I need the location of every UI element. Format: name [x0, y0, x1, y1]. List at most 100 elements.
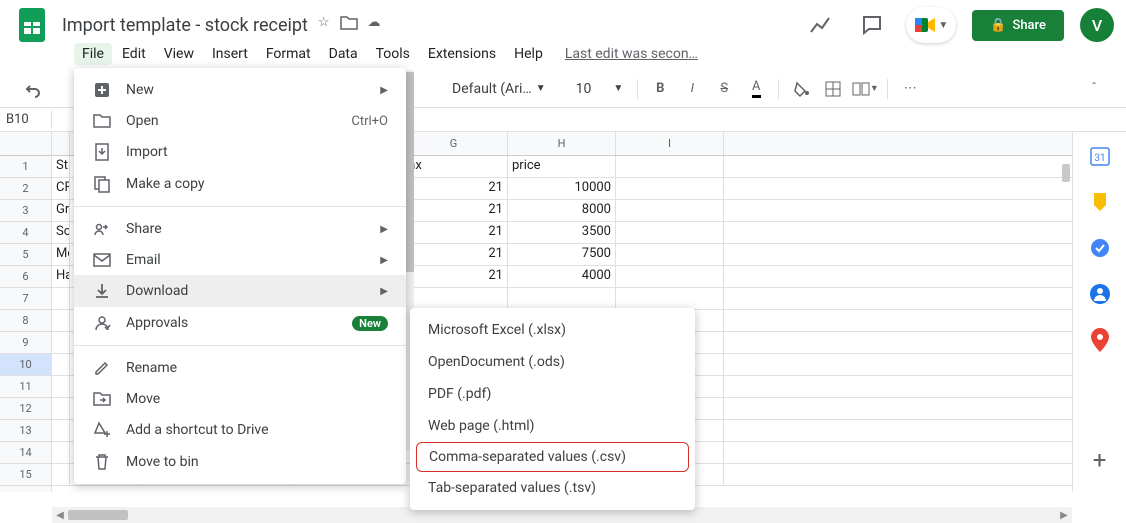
- menu-extensions[interactable]: Extensions: [420, 43, 504, 65]
- add-panel-icon[interactable]: +: [1088, 448, 1112, 472]
- col-header[interactable]: H: [508, 132, 616, 155]
- menu-item-share[interactable]: Share▶: [74, 213, 406, 245]
- menu-item-approvals[interactable]: ApprovalsNew: [74, 307, 406, 339]
- submenu-item-opendocument[interactable]: OpenDocument (.ods): [410, 346, 695, 378]
- undo-icon[interactable]: [18, 75, 46, 103]
- borders-icon[interactable]: [819, 75, 847, 103]
- cell[interactable]: 3500: [508, 222, 616, 243]
- cell[interactable]: [52, 376, 70, 397]
- row-header[interactable]: 7: [0, 288, 51, 310]
- submenu-item-tab-separated[interactable]: Tab-separated values (.tsv): [410, 472, 695, 504]
- scroll-right-icon[interactable]: ▶: [1056, 510, 1072, 521]
- name-box[interactable]: B10: [0, 110, 52, 129]
- row-header[interactable]: 13: [0, 420, 51, 442]
- col-header[interactable]: [52, 132, 70, 155]
- select-all-corner[interactable]: [0, 132, 51, 156]
- cell[interactable]: [52, 442, 70, 463]
- cell[interactable]: [400, 288, 508, 309]
- italic-icon[interactable]: I: [678, 75, 706, 103]
- menu-item-open[interactable]: OpenCtrl+O: [74, 106, 406, 136]
- cell[interactable]: [616, 200, 724, 221]
- cell[interactable]: CF: [52, 178, 70, 199]
- row-header[interactable]: 15: [0, 464, 51, 486]
- cell[interactable]: [616, 244, 724, 265]
- last-edit-link[interactable]: Last edit was secon…: [565, 46, 698, 62]
- menu-view[interactable]: View: [156, 43, 202, 65]
- cell[interactable]: 10000: [508, 178, 616, 199]
- collapse-toolbar-icon[interactable]: ˆ: [1080, 75, 1108, 103]
- cell[interactable]: St: [52, 156, 70, 177]
- cell[interactable]: [52, 398, 70, 419]
- row-header[interactable]: 9: [0, 332, 51, 354]
- menu-format[interactable]: Format: [258, 43, 319, 65]
- cell[interactable]: [616, 222, 724, 243]
- calendar-icon[interactable]: 31: [1088, 144, 1112, 168]
- scroll-left-icon[interactable]: ◀: [52, 510, 68, 521]
- menu-tools[interactable]: Tools: [368, 43, 418, 65]
- cell[interactable]: Mo: [52, 244, 70, 265]
- star-icon[interactable]: ☆: [318, 15, 330, 35]
- menu-file[interactable]: File: [74, 43, 112, 65]
- cell[interactable]: Gr: [52, 200, 70, 221]
- menu-item-email[interactable]: Email▶: [74, 245, 406, 275]
- cell[interactable]: [52, 420, 70, 441]
- row-header[interactable]: 3: [0, 200, 51, 222]
- cell[interactable]: 21: [400, 266, 508, 287]
- vertical-scroll-indicator[interactable]: [1062, 164, 1070, 182]
- submenu-item-microsoft[interactable]: Microsoft Excel (.xlsx): [410, 314, 695, 346]
- move-folder-icon[interactable]: [340, 15, 358, 35]
- cell[interactable]: 21: [400, 200, 508, 221]
- row-header[interactable]: 5: [0, 244, 51, 266]
- menu-item-import[interactable]: Import: [74, 136, 406, 168]
- row-header[interactable]: 12: [0, 398, 51, 420]
- row-header[interactable]: 8: [0, 310, 51, 332]
- fillcolor-icon[interactable]: [787, 75, 815, 103]
- cell[interactable]: 8000: [508, 200, 616, 221]
- row-header[interactable]: 1: [0, 156, 51, 178]
- meet-button[interactable]: ▼: [906, 7, 956, 43]
- cell[interactable]: [616, 178, 724, 199]
- cell[interactable]: 7500: [508, 244, 616, 265]
- cell[interactable]: [52, 464, 70, 485]
- menu-insert[interactable]: Insert: [204, 43, 256, 65]
- submenu-item-pdf[interactable]: PDF (.pdf): [410, 378, 695, 410]
- menu-item-add-a-shortcut-to-drive[interactable]: Add a shortcut to Drive: [74, 414, 406, 446]
- cell[interactable]: tax: [400, 156, 508, 177]
- cell[interactable]: [52, 332, 70, 353]
- merge-icon[interactable]: ▼: [851, 75, 879, 103]
- cell[interactable]: 21: [400, 244, 508, 265]
- cloud-status-icon[interactable]: ☁: [368, 15, 381, 35]
- menu-edit[interactable]: Edit: [114, 43, 154, 65]
- cell[interactable]: [616, 156, 724, 177]
- textcolor-icon[interactable]: A: [742, 75, 770, 103]
- cell[interactable]: 4000: [508, 266, 616, 287]
- menu-item-move-to-bin[interactable]: Move to bin: [74, 446, 406, 478]
- cell[interactable]: 21: [400, 178, 508, 199]
- contacts-icon[interactable]: [1088, 282, 1112, 306]
- col-header[interactable]: I: [616, 132, 724, 155]
- cell[interactable]: [52, 310, 70, 331]
- row-header[interactable]: 11: [0, 376, 51, 398]
- row-header[interactable]: 14: [0, 442, 51, 464]
- row-header[interactable]: 4: [0, 222, 51, 244]
- menu-item-new[interactable]: New▶: [74, 74, 406, 106]
- cell[interactable]: price: [508, 156, 616, 177]
- menu-item-rename[interactable]: Rename: [74, 352, 406, 384]
- keep-icon[interactable]: [1088, 190, 1112, 214]
- share-button[interactable]: 🔒 Share: [972, 10, 1064, 41]
- cell[interactable]: 21: [400, 222, 508, 243]
- comments-icon[interactable]: [854, 7, 890, 43]
- tasks-icon[interactable]: [1088, 236, 1112, 260]
- col-header[interactable]: G: [400, 132, 508, 155]
- row-header[interactable]: 10: [0, 354, 51, 376]
- menu-help[interactable]: Help: [506, 43, 551, 65]
- insights-icon[interactable]: [802, 7, 838, 43]
- submenu-item-comma-separated[interactable]: Comma-separated values (.csv): [416, 442, 689, 472]
- doc-title[interactable]: Import template - stock receipt: [62, 15, 308, 36]
- cell[interactable]: So: [52, 222, 70, 243]
- bold-icon[interactable]: B: [646, 75, 674, 103]
- maps-icon[interactable]: [1088, 328, 1112, 352]
- font-select[interactable]: Default (Ari… ▼: [446, 79, 552, 99]
- menu-item-make-a-copy[interactable]: Make a copy: [74, 168, 406, 200]
- strike-icon[interactable]: S: [710, 75, 738, 103]
